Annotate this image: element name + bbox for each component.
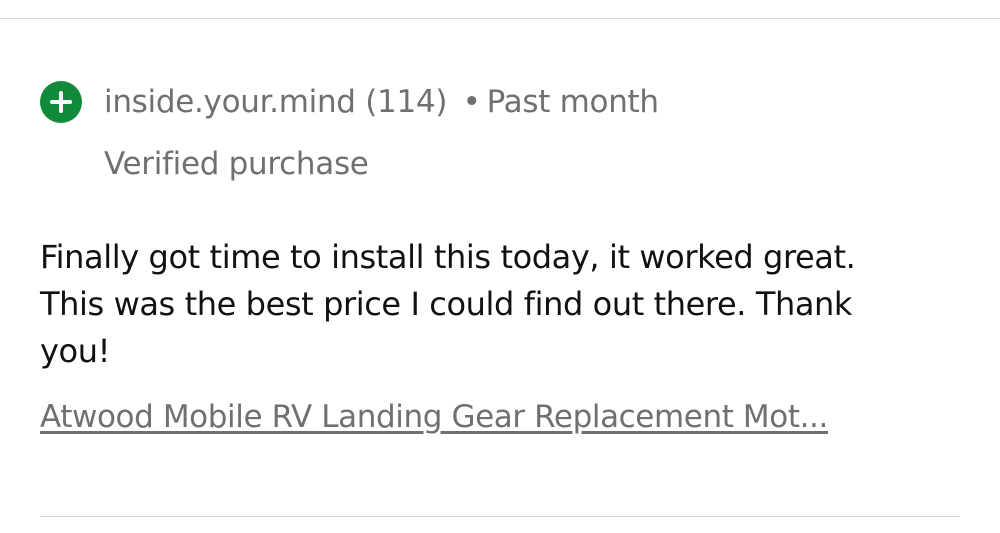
verified-purchase-label: Verified purchase (104, 146, 369, 182)
bottom-divider (40, 516, 960, 517)
reviewer-name[interactable]: inside.your.mind (104, 84, 356, 120)
top-divider (0, 18, 1000, 19)
reviewer-feedback-score: (114) (365, 84, 448, 120)
product-link[interactable]: Atwood Mobile RV Landing Gear Replacemen… (40, 399, 828, 435)
positive-rating-plus-icon (40, 81, 82, 123)
review-meta-row: inside.your.mind (114) • Past month (40, 80, 960, 124)
review-card: inside.your.mind (114) • Past month Verif… (40, 80, 960, 435)
review-body: Finally got time to install this today, … (40, 238, 856, 370)
meta-separator: • (462, 84, 481, 120)
review-time: Past month (486, 84, 659, 120)
reviewer-info: inside.your.mind (114) • Past month (104, 84, 659, 120)
